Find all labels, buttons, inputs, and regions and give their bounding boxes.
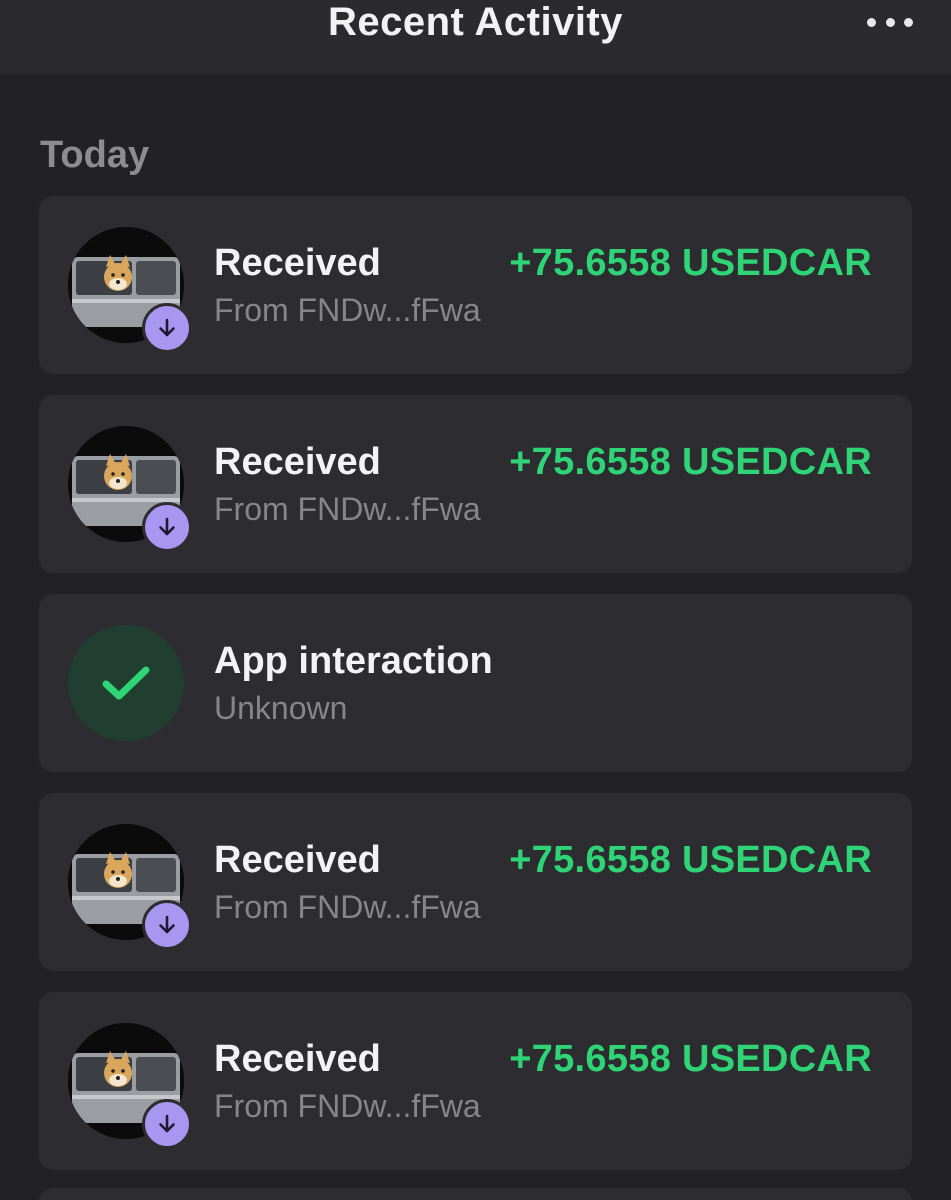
activity-item[interactable]: Received From FNDw...fFwa +75.6558 USEDC… <box>39 395 912 573</box>
arrow-down-icon <box>159 318 175 337</box>
activity-title: Received <box>214 242 381 284</box>
activity-item[interactable]: App interaction Unknown <box>39 594 912 772</box>
arrow-down-icon <box>159 1114 175 1133</box>
activity-amount: +75.6558 USEDCAR <box>509 839 872 881</box>
success-avatar <box>68 625 184 741</box>
received-badge <box>142 303 192 353</box>
recent-activity-screen: Recent Activity Today Received From FNDw… <box>0 0 951 1200</box>
token-avatar <box>68 824 192 950</box>
activity-item[interactable]: Received From FNDw...fFwa +75.6558 USEDC… <box>39 992 912 1170</box>
received-badge <box>142 900 192 950</box>
activity-title: App interaction <box>214 640 493 682</box>
token-avatar <box>68 426 192 552</box>
activity-item[interactable]: Received From FNDw...fFwa +75.6558 USEDC… <box>39 196 912 374</box>
activity-subtitle: From FNDw...fFwa <box>214 491 481 527</box>
activity-subtitle: From FNDw...fFwa <box>214 292 481 328</box>
checkmark-icon <box>102 666 150 700</box>
more-horizontal-icon <box>867 17 876 27</box>
activity-list: Received From FNDw...fFwa +75.6558 USEDC… <box>39 196 912 1191</box>
more-dot <box>885 17 895 27</box>
token-avatar <box>68 1023 192 1149</box>
activity-subtitle: From FNDw...fFwa <box>214 1088 481 1124</box>
activity-title: Received <box>214 1038 381 1080</box>
activity-item-partial[interactable] <box>39 1188 912 1200</box>
more-options-button[interactable] <box>867 14 913 30</box>
page-title: Recent Activity <box>328 0 623 44</box>
arrow-down-icon <box>159 915 175 934</box>
activity-item[interactable]: Received From FNDw...fFwa +75.6558 USEDC… <box>39 793 912 971</box>
top-bar: Recent Activity <box>0 0 951 74</box>
received-badge <box>142 1099 192 1149</box>
arrow-down-icon <box>159 517 175 536</box>
activity-amount: +75.6558 USEDCAR <box>509 242 872 284</box>
activity-title: Received <box>214 441 381 483</box>
section-header-today: Today <box>40 134 150 176</box>
more-dot <box>904 17 913 27</box>
received-badge <box>142 502 192 552</box>
activity-title: Received <box>214 839 381 881</box>
activity-amount: +75.6558 USEDCAR <box>509 1038 872 1080</box>
success-circle <box>68 625 184 741</box>
activity-subtitle: From FNDw...fFwa <box>214 889 481 925</box>
activity-subtitle: Unknown <box>214 690 348 726</box>
token-avatar <box>68 227 192 353</box>
activity-amount: +75.6558 USEDCAR <box>509 441 872 483</box>
